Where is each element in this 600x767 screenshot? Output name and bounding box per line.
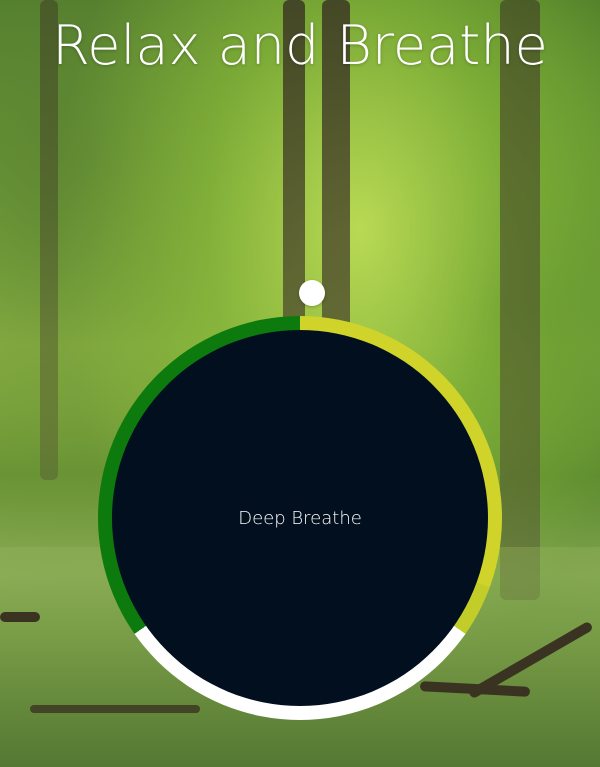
page-title: Relax and Breathe xyxy=(52,14,548,77)
breathing-widget: Deep Breathe xyxy=(98,316,502,720)
breath-circle: Deep Breathe xyxy=(112,330,488,706)
tree-trunk-decor xyxy=(500,0,540,600)
log-decor xyxy=(0,612,40,622)
breath-status-text: Deep Breathe xyxy=(238,507,362,529)
progress-pointer-dot xyxy=(299,280,325,306)
